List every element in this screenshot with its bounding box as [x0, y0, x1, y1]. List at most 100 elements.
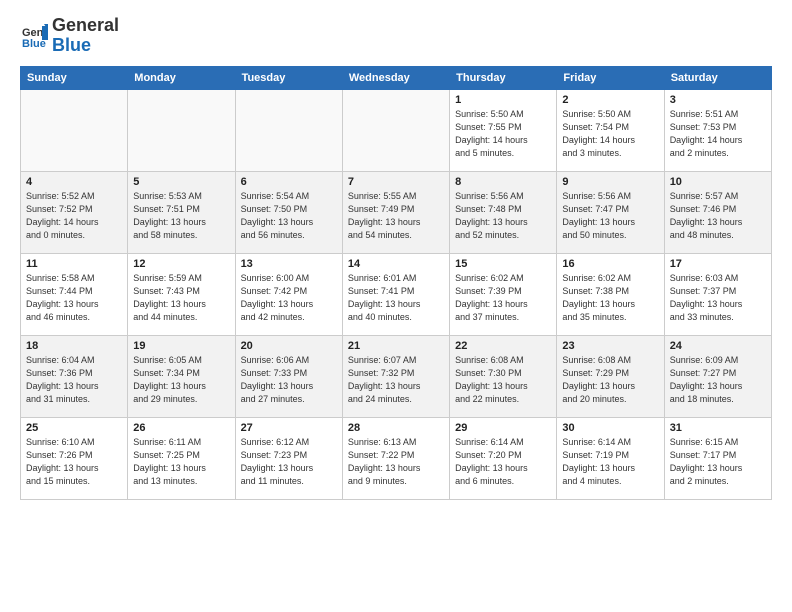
day-info: Sunrise: 6:15 AM Sunset: 7:17 PM Dayligh… — [670, 436, 766, 488]
day-number: 15 — [455, 258, 551, 270]
day-number: 23 — [562, 340, 658, 352]
calendar-cell: 24 Sunrise: 6:09 AM Sunset: 7:27 PM Dayli… — [664, 335, 771, 417]
day-info: Sunrise: 5:50 AM Sunset: 7:54 PM Dayligh… — [562, 108, 658, 160]
day-number: 6 — [241, 176, 337, 188]
day-number: 11 — [26, 258, 122, 270]
calendar-cell: 12 Sunrise: 5:59 AM Sunset: 7:43 PM Dayli… — [128, 253, 235, 335]
day-number: 3 — [670, 94, 766, 106]
calendar-cell — [21, 89, 128, 171]
day-info: Sunrise: 6:00 AM Sunset: 7:42 PM Dayligh… — [241, 272, 337, 324]
day-number: 7 — [348, 176, 444, 188]
logo: General Blue General Blue — [20, 16, 119, 56]
day-number: 13 — [241, 258, 337, 270]
day-info: Sunrise: 5:57 AM Sunset: 7:46 PM Dayligh… — [670, 190, 766, 242]
calendar-week-row: 18Sunrise: 6:04 AM Sunset: 7:36 PM Dayli… — [21, 335, 772, 417]
logo-blue-text: Blue — [52, 35, 91, 55]
calendar-cell: 16 Sunrise: 6:02 AM Sunset: 7:38 PM Dayli… — [557, 253, 664, 335]
day-number: 10 — [670, 176, 766, 188]
calendar-cell: 25 Sunrise: 6:10 AM Sunset: 7:26 PM Dayli… — [21, 417, 128, 499]
weekday-header-friday: Friday — [557, 66, 664, 89]
weekday-header-monday: Monday — [128, 66, 235, 89]
day-number: 1 — [455, 94, 551, 106]
day-number: 22 — [455, 340, 551, 352]
day-info: Sunrise: 5:58 AM Sunset: 7:44 PM Dayligh… — [26, 272, 122, 324]
calendar-cell — [128, 89, 235, 171]
day-info: Sunrise: 5:56 AM Sunset: 7:48 PM Dayligh… — [455, 190, 551, 242]
calendar-table: SundayMondayTuesdayWednesdayThursdayFrid… — [20, 66, 772, 500]
calendar-cell: 7 Sunrise: 5:55 AM Sunset: 7:49 PM Daylig… — [342, 171, 449, 253]
day-info: Sunrise: 6:02 AM Sunset: 7:38 PM Dayligh… — [562, 272, 658, 324]
calendar-cell: 3 Sunrise: 5:51 AM Sunset: 7:53 PM Daylig… — [664, 89, 771, 171]
day-info: Sunrise: 6:13 AM Sunset: 7:22 PM Dayligh… — [348, 436, 444, 488]
day-info: Sunrise: 6:08 AM Sunset: 7:29 PM Dayligh… — [562, 354, 658, 406]
calendar-cell: 19Sunrise: 6:05 AM Sunset: 7:34 PM Dayli… — [128, 335, 235, 417]
calendar-header-row: SundayMondayTuesdayWednesdayThursdayFrid… — [21, 66, 772, 89]
day-number: 2 — [562, 94, 658, 106]
day-info: Sunrise: 6:07 AM Sunset: 7:32 PM Dayligh… — [348, 354, 444, 406]
calendar-week-row: 11 Sunrise: 5:58 AM Sunset: 7:44 PM Dayli… — [21, 253, 772, 335]
calendar-cell: 28 Sunrise: 6:13 AM Sunset: 7:22 PM Dayli… — [342, 417, 449, 499]
calendar-week-row: 1 Sunrise: 5:50 AM Sunset: 7:55 PM Daylig… — [21, 89, 772, 171]
day-number: 18 — [26, 340, 122, 352]
calendar-cell: 17Sunrise: 6:03 AM Sunset: 7:37 PM Dayli… — [664, 253, 771, 335]
calendar-cell: 20 Sunrise: 6:06 AM Sunset: 7:33 PM Dayli… — [235, 335, 342, 417]
calendar-cell: 29 Sunrise: 6:14 AM Sunset: 7:20 PM Dayli… — [450, 417, 557, 499]
day-number: 31 — [670, 422, 766, 434]
logo-text: General Blue — [52, 16, 119, 56]
day-info: Sunrise: 6:14 AM Sunset: 7:20 PM Dayligh… — [455, 436, 551, 488]
day-number: 9 — [562, 176, 658, 188]
weekday-header-sunday: Sunday — [21, 66, 128, 89]
calendar-cell: 14 Sunrise: 6:01 AM Sunset: 7:41 PM Dayli… — [342, 253, 449, 335]
day-number: 12 — [133, 258, 229, 270]
calendar-cell: 21 Sunrise: 6:07 AM Sunset: 7:32 PM Dayli… — [342, 335, 449, 417]
day-info: Sunrise: 5:50 AM Sunset: 7:55 PM Dayligh… — [455, 108, 551, 160]
calendar-cell: 4 Sunrise: 5:52 AM Sunset: 7:52 PM Daylig… — [21, 171, 128, 253]
calendar-cell: 27Sunrise: 6:12 AM Sunset: 7:23 PM Dayli… — [235, 417, 342, 499]
calendar-week-row: 25 Sunrise: 6:10 AM Sunset: 7:26 PM Dayli… — [21, 417, 772, 499]
calendar-cell: 6Sunrise: 5:54 AM Sunset: 7:50 PM Daylig… — [235, 171, 342, 253]
calendar-week-row: 4 Sunrise: 5:52 AM Sunset: 7:52 PM Daylig… — [21, 171, 772, 253]
day-number: 26 — [133, 422, 229, 434]
day-info: Sunrise: 6:10 AM Sunset: 7:26 PM Dayligh… — [26, 436, 122, 488]
calendar-cell: 13 Sunrise: 6:00 AM Sunset: 7:42 PM Dayli… — [235, 253, 342, 335]
day-number: 4 — [26, 176, 122, 188]
calendar-cell: 9Sunrise: 5:56 AM Sunset: 7:47 PM Daylig… — [557, 171, 664, 253]
page-header: General Blue General Blue — [20, 16, 772, 56]
day-number: 14 — [348, 258, 444, 270]
weekday-header-tuesday: Tuesday — [235, 66, 342, 89]
day-info: Sunrise: 6:09 AM Sunset: 7:27 PM Dayligh… — [670, 354, 766, 406]
day-info: Sunrise: 6:05 AM Sunset: 7:34 PM Dayligh… — [133, 354, 229, 406]
day-number: 21 — [348, 340, 444, 352]
calendar-cell: 18Sunrise: 6:04 AM Sunset: 7:36 PM Dayli… — [21, 335, 128, 417]
day-number: 29 — [455, 422, 551, 434]
day-number: 28 — [348, 422, 444, 434]
day-info: Sunrise: 5:51 AM Sunset: 7:53 PM Dayligh… — [670, 108, 766, 160]
day-info: Sunrise: 6:02 AM Sunset: 7:39 PM Dayligh… — [455, 272, 551, 324]
day-info: Sunrise: 5:52 AM Sunset: 7:52 PM Dayligh… — [26, 190, 122, 242]
day-number: 30 — [562, 422, 658, 434]
calendar-cell: 23 Sunrise: 6:08 AM Sunset: 7:29 PM Dayli… — [557, 335, 664, 417]
day-number: 20 — [241, 340, 337, 352]
day-info: Sunrise: 6:06 AM Sunset: 7:33 PM Dayligh… — [241, 354, 337, 406]
day-number: 24 — [670, 340, 766, 352]
weekday-header-thursday: Thursday — [450, 66, 557, 89]
day-info: Sunrise: 6:03 AM Sunset: 7:37 PM Dayligh… — [670, 272, 766, 324]
weekday-header-wednesday: Wednesday — [342, 66, 449, 89]
calendar-cell: 22 Sunrise: 6:08 AM Sunset: 7:30 PM Dayli… — [450, 335, 557, 417]
calendar-cell: 2 Sunrise: 5:50 AM Sunset: 7:54 PM Daylig… — [557, 89, 664, 171]
calendar-cell: 31 Sunrise: 6:15 AM Sunset: 7:17 PM Dayli… — [664, 417, 771, 499]
calendar-cell: 15 Sunrise: 6:02 AM Sunset: 7:39 PM Dayli… — [450, 253, 557, 335]
day-info: Sunrise: 5:59 AM Sunset: 7:43 PM Dayligh… — [133, 272, 229, 324]
day-info: Sunrise: 5:55 AM Sunset: 7:49 PM Dayligh… — [348, 190, 444, 242]
logo-icon: General Blue — [20, 22, 48, 50]
day-info: Sunrise: 6:11 AM Sunset: 7:25 PM Dayligh… — [133, 436, 229, 488]
day-number: 16 — [562, 258, 658, 270]
calendar-cell: 26 Sunrise: 6:11 AM Sunset: 7:25 PM Dayli… — [128, 417, 235, 499]
day-info: Sunrise: 6:08 AM Sunset: 7:30 PM Dayligh… — [455, 354, 551, 406]
day-number: 27 — [241, 422, 337, 434]
day-info: Sunrise: 6:01 AM Sunset: 7:41 PM Dayligh… — [348, 272, 444, 324]
day-number: 25 — [26, 422, 122, 434]
calendar-cell — [342, 89, 449, 171]
day-number: 5 — [133, 176, 229, 188]
calendar-cell: 10 Sunrise: 5:57 AM Sunset: 7:46 PM Dayli… — [664, 171, 771, 253]
